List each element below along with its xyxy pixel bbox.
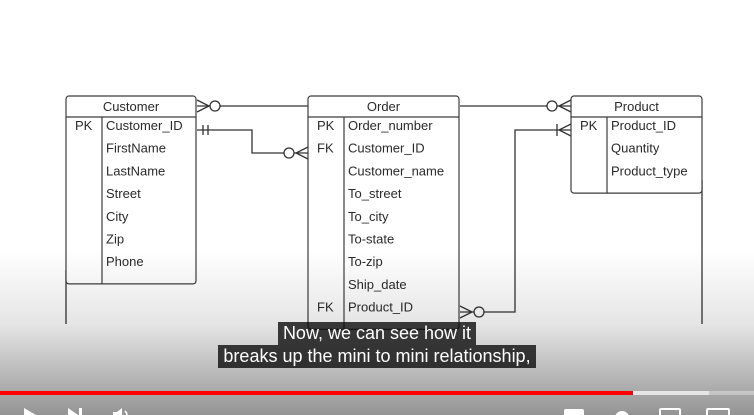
field-key-pk: PK — [317, 118, 335, 133]
field-name: Product_ID — [348, 300, 413, 315]
field-name: To_city — [348, 209, 389, 224]
field-key-fk: FK — [317, 300, 334, 315]
theater-icon — [706, 408, 730, 415]
optional-circle-customer-top — [209, 100, 221, 112]
field-name: Customer_ID — [106, 118, 183, 133]
next-button[interactable] — [66, 408, 84, 415]
field-name: Street — [106, 186, 141, 201]
caption-line-1: Now, we can see how it — [277, 322, 477, 345]
field-name: City — [106, 209, 129, 224]
field-name: To-zip — [348, 254, 383, 269]
entity-order: Order PK Order_number FK Customer_ID Customer… — [307, 95, 460, 330]
optional-circle-order-customer-id — [283, 147, 295, 159]
field-name: FirstName — [106, 141, 166, 156]
entity-title: Product — [614, 99, 659, 114]
settings-icon — [615, 411, 629, 415]
entity-title: Customer — [103, 99, 160, 114]
field-name: Product_type — [611, 163, 688, 178]
subtitles-icon — [564, 409, 584, 415]
field-key-pk: PK — [75, 118, 93, 133]
progress-played — [0, 391, 634, 395]
field-name: Product_ID — [611, 118, 676, 133]
volume-icon — [113, 408, 128, 415]
field-name: Ship_date — [348, 277, 407, 292]
subtitles-button[interactable] — [563, 408, 585, 415]
optional-circle-product-top — [546, 100, 558, 112]
volume-button[interactable] — [112, 408, 130, 415]
video-player[interactable]: Customer PK Customer_ID FirstName LastName St… — [0, 0, 754, 415]
settings-button[interactable] — [612, 408, 632, 415]
miniplayer-button[interactable] — [659, 408, 681, 415]
field-name: Quantity — [611, 141, 660, 156]
field-name: Order_number — [348, 118, 433, 133]
field-name: LastName — [106, 163, 165, 178]
entity-title: Order — [367, 99, 401, 114]
field-name: Customer_name — [348, 163, 444, 178]
field-key-fk: FK — [317, 141, 334, 156]
field-name: To_street — [348, 186, 402, 201]
caption-window[interactable]: Now, we can see how it breaks up the min… — [0, 322, 754, 368]
rel-product-id — [460, 129, 571, 313]
play-button[interactable] — [22, 408, 38, 415]
play-icon — [24, 408, 36, 415]
theater-mode-button[interactable] — [706, 408, 730, 415]
caption-line-2: breaks up the mini to mini relationship, — [218, 345, 536, 368]
entity-product: Product PK Product_ID Quantity Product_type — [570, 95, 703, 194]
field-name: Customer_ID — [348, 141, 425, 156]
field-name: Phone — [106, 254, 144, 269]
progress-bar[interactable] — [0, 391, 754, 395]
field-key-pk: PK — [580, 118, 598, 133]
entities: Customer PK Customer_ID FirstName LastName St… — [65, 95, 703, 330]
next-icon — [68, 408, 82, 415]
field-name: Zip — [106, 232, 124, 247]
entity-customer: Customer PK Customer_ID FirstName LastName St… — [65, 95, 197, 285]
player-controls — [0, 402, 754, 415]
optional-circle-order-product-id — [473, 306, 485, 318]
miniplayer-icon — [659, 408, 681, 415]
field-name: To-state — [348, 232, 394, 247]
